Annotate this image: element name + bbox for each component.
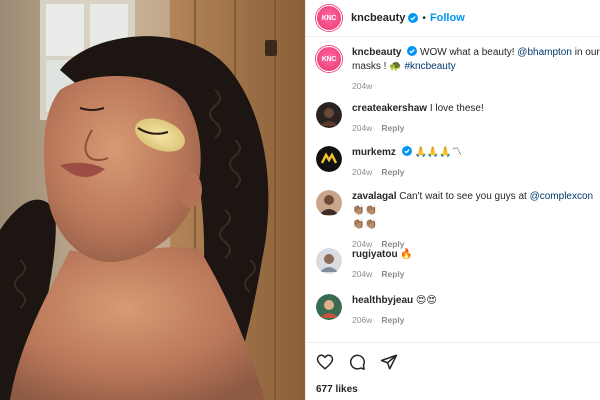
follow-button[interactable]: Follow xyxy=(430,12,465,24)
comment-username[interactable]: createakershaw xyxy=(352,103,427,114)
comment-time: 204w xyxy=(352,269,373,279)
comment-item: healthbyjeau 😍😍 206w Reply xyxy=(316,294,600,327)
comment-text: I love these! xyxy=(429,103,484,114)
caption-text-tail: in our star c xyxy=(574,47,600,58)
comment-mention[interactable]: @complexcon xyxy=(530,191,594,202)
heart-icon[interactable] xyxy=(316,353,334,371)
caption-time: 204w xyxy=(352,81,373,91)
verified-badge-icon xyxy=(408,13,419,23)
portrait-illustration xyxy=(0,0,305,400)
post-header: KNC kncbeauty • Follow xyxy=(306,0,600,37)
caption-line2: masks ! 🐢 xyxy=(352,61,402,72)
divider xyxy=(306,342,600,343)
comment-item: rugiyatou 🔥 204w Reply xyxy=(316,248,600,281)
separator-dot: • xyxy=(422,12,426,24)
reply-button[interactable]: Reply xyxy=(381,123,404,133)
caption-mention[interactable]: @bhampton xyxy=(517,47,572,58)
comment-text: 🙏🙏🙏〽 xyxy=(414,147,462,158)
comment-username[interactable]: murkemz xyxy=(352,147,396,158)
comment-username[interactable]: healthbyjeau xyxy=(352,295,413,306)
commenter-avatar[interactable] xyxy=(316,294,342,320)
caption-hashtag[interactable]: #kncbeauty xyxy=(404,61,455,72)
caption-avatar[interactable]: KNC xyxy=(316,46,342,72)
comment-text: Can't wait to see you guys at xyxy=(399,191,527,202)
comment-time: 206w xyxy=(352,315,373,325)
comment-text-tail: 👏🏽👏🏽 xyxy=(352,205,377,216)
comment-text: 🔥 xyxy=(400,249,413,260)
comment-time: 204w xyxy=(352,123,373,133)
commenter-avatar[interactable] xyxy=(316,190,342,216)
reply-button[interactable]: Reply xyxy=(381,269,404,279)
comment-icon[interactable] xyxy=(348,353,366,371)
comment-username[interactable]: zavalagal xyxy=(352,191,396,202)
commenter-avatar[interactable] xyxy=(316,146,342,172)
caption-text: WOW what a beauty! xyxy=(420,47,515,58)
comment-item: murkemz 🙏🙏🙏〽 204w Reply xyxy=(316,146,600,179)
comment-item: zavalagal Can't wait to see you guys at … xyxy=(316,190,600,251)
header-username[interactable]: kncbeauty xyxy=(351,12,405,24)
action-bar xyxy=(316,353,412,371)
caption-username[interactable]: kncbeauty xyxy=(352,47,401,58)
comment-line2: 👏🏽👏🏽 xyxy=(352,219,377,230)
comment-text: 😍😍 xyxy=(415,295,437,306)
reply-button[interactable]: Reply xyxy=(381,167,404,177)
commenter-avatar[interactable] xyxy=(316,248,342,274)
comment-item: createakershaw I love these! 204w Reply xyxy=(316,102,600,135)
comment-time: 204w xyxy=(352,167,373,177)
instagram-post-view: KNC kncbeauty • Follow KNC kncbeauty WOW… xyxy=(0,0,600,400)
brand-avatar[interactable]: KNC xyxy=(316,5,342,31)
verified-badge-icon xyxy=(407,46,418,56)
comments-list[interactable]: KNC kncbeauty WOW what a beauty! @bhampt… xyxy=(306,38,600,338)
caption: KNC kncbeauty WOW what a beauty! @bhampt… xyxy=(316,46,600,93)
post-photo[interactable] xyxy=(0,0,305,400)
comments-panel: KNC kncbeauty • Follow KNC kncbeauty WOW… xyxy=(305,0,600,400)
comment-username[interactable]: rugiyatou xyxy=(352,249,398,260)
reply-button[interactable]: Reply xyxy=(381,315,404,325)
likes-count[interactable]: 677 likes xyxy=(316,384,358,395)
share-icon[interactable] xyxy=(380,353,398,371)
commenter-avatar[interactable] xyxy=(316,102,342,128)
verified-badge-icon xyxy=(401,146,412,156)
